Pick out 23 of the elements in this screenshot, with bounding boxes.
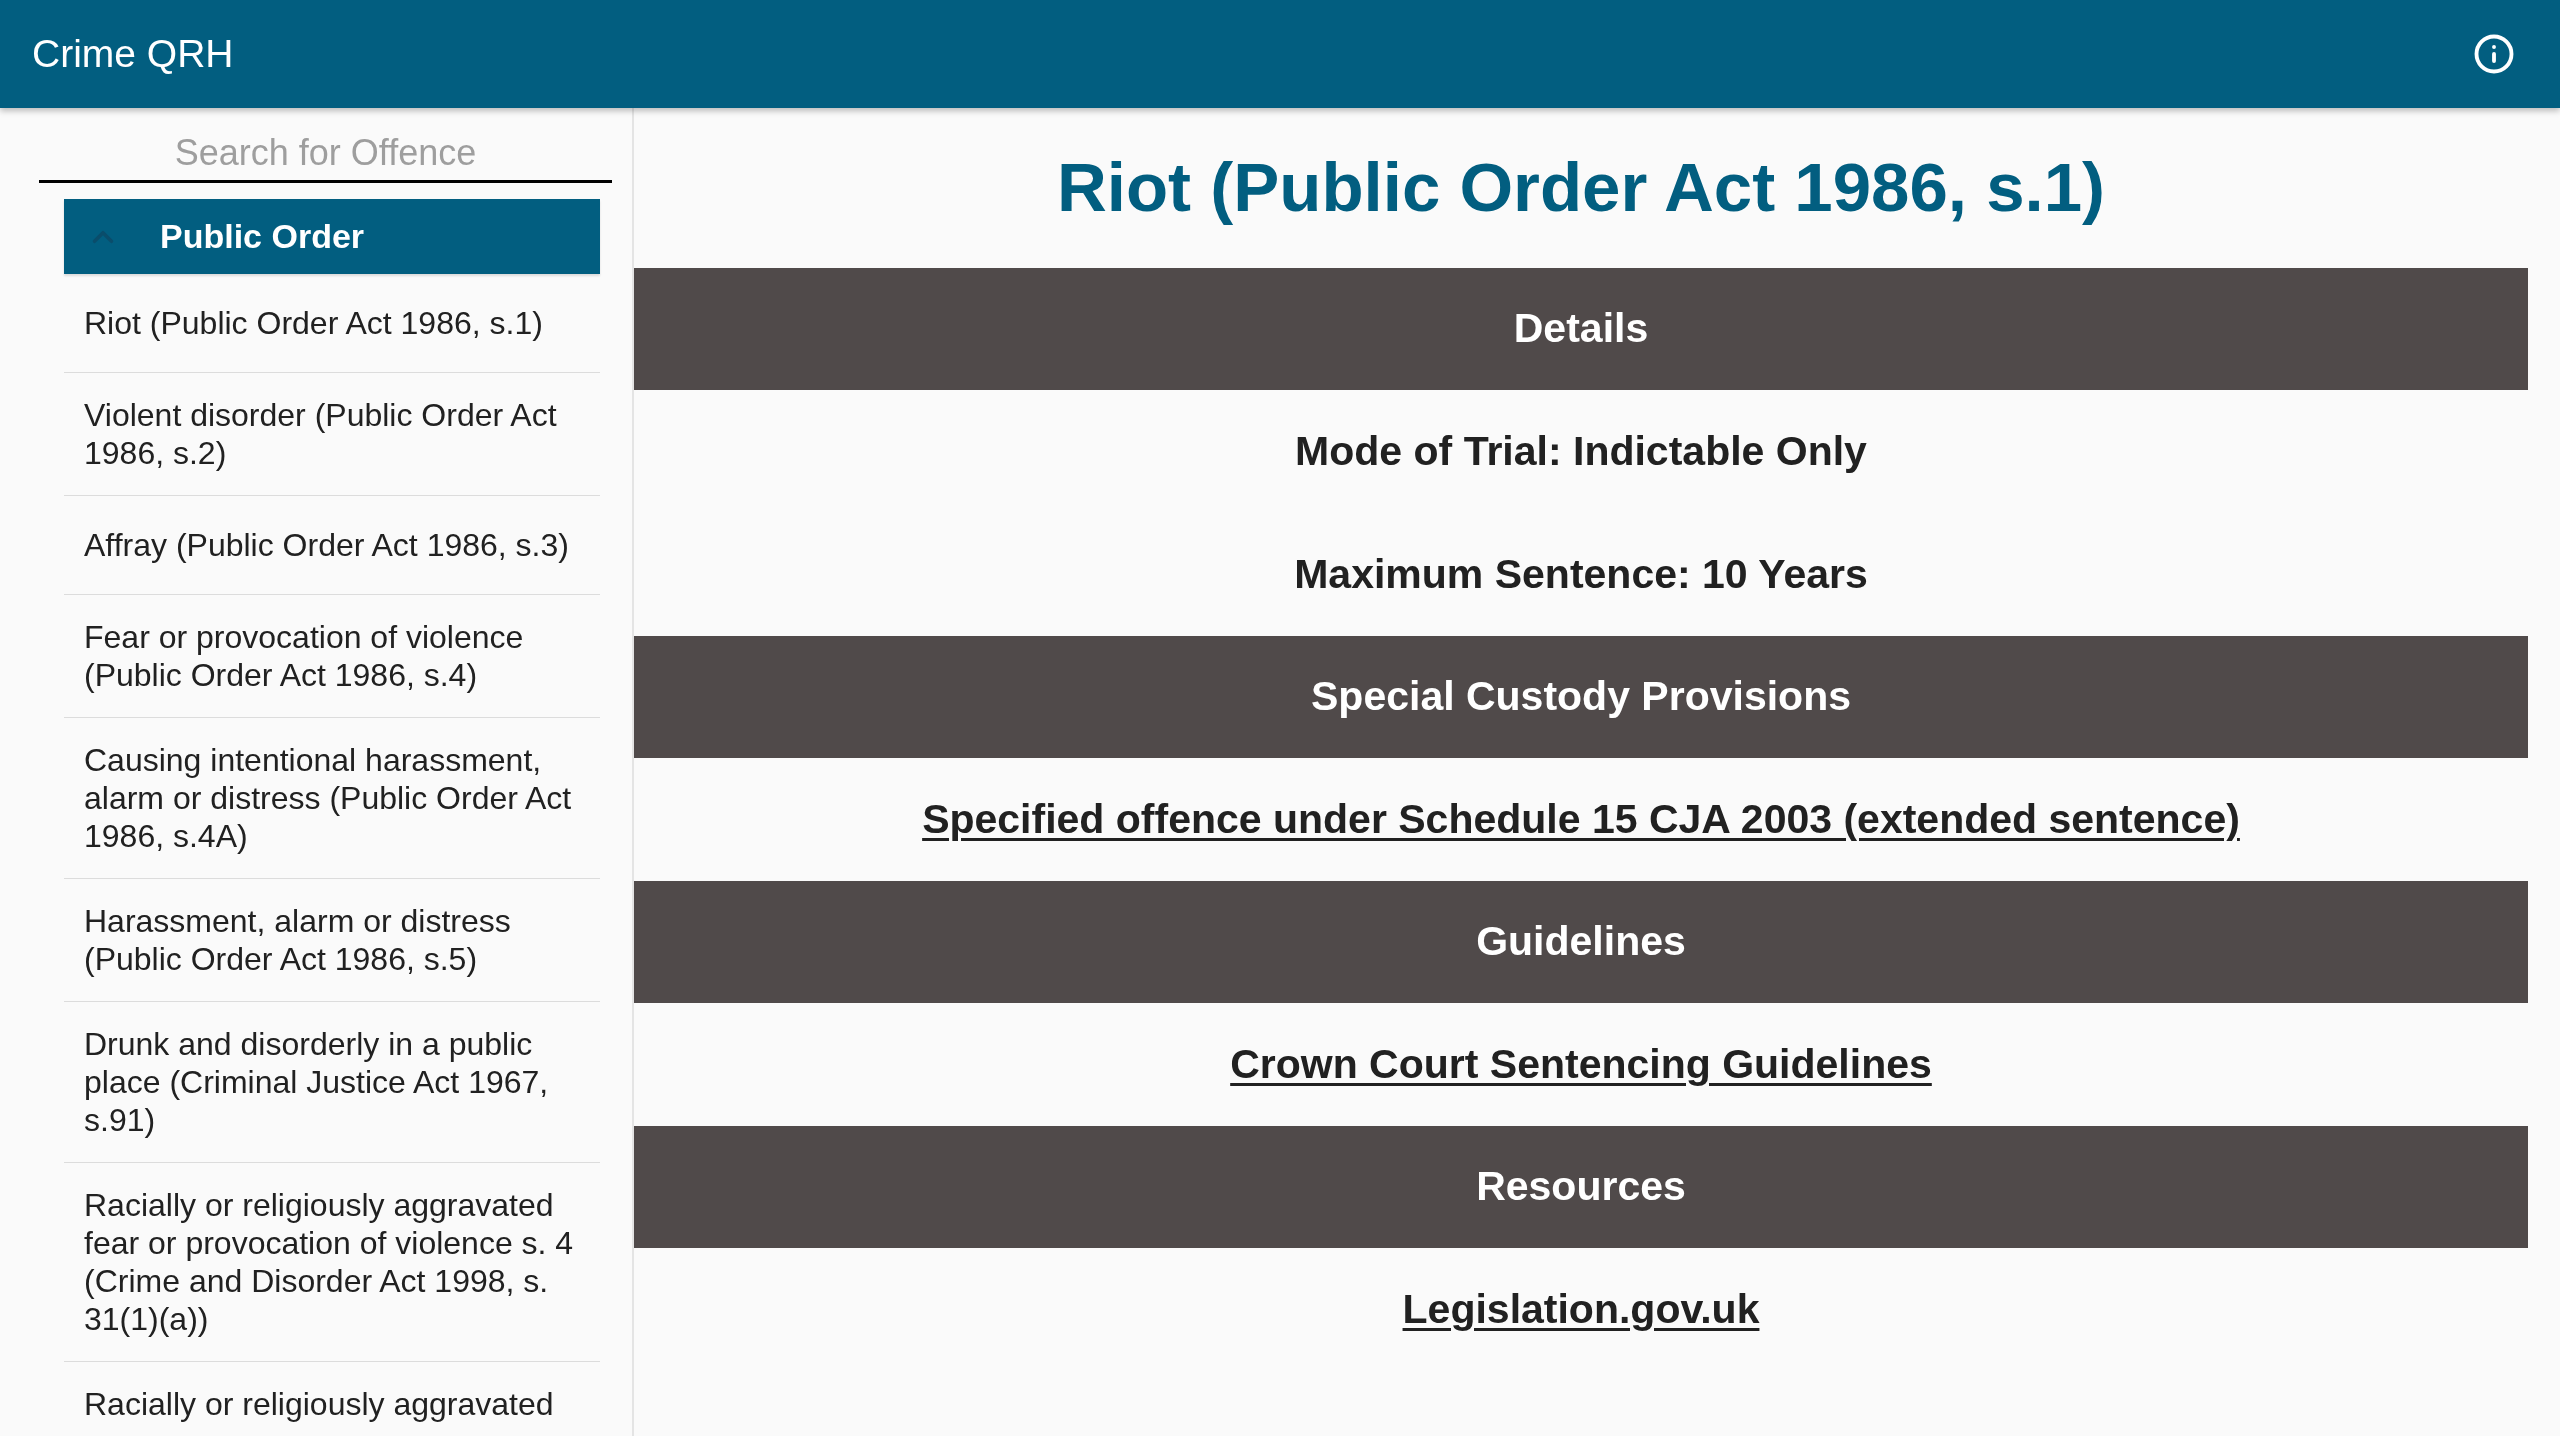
- offence-item[interactable]: Racially or religiously aggravated fear or provocation of violence s. 4 (Crime and Disorder Act 1998, s. 31(1)(a)): [64, 1163, 600, 1362]
- section-header: Guidelines: [634, 881, 2528, 1003]
- app-title: Crime QRH: [32, 30, 234, 77]
- detail-text: Maximum Sentence: 10 Years: [1294, 549, 1868, 599]
- offence-item[interactable]: Affray (Public Order Act 1986, s.3): [64, 496, 600, 595]
- section-header: Special Custody Provisions: [634, 636, 2528, 758]
- offence-title: Riot (Public Order Act 1986, s.1): [1056, 148, 2106, 229]
- detail-text: Mode of Trial: Indictable Only: [1295, 426, 1867, 476]
- section-header: Resources: [634, 1126, 2528, 1248]
- offence-item[interactable]: Riot (Public Order Act 1986, s.1): [64, 274, 600, 373]
- offence-item[interactable]: Harassment, alarm or distress (Public Order Act 1986, s.5): [64, 879, 600, 1002]
- offence-item[interactable]: Racially or religiously aggravated: [64, 1362, 600, 1429]
- category-header[interactable]: Public Order: [64, 199, 600, 274]
- resource-link[interactable]: Legislation.gov.uk: [1402, 1278, 1760, 1341]
- offence-item[interactable]: Drunk and disorderly in a public place (Criminal Justice Act 1967, s.91): [64, 1002, 600, 1163]
- search-field[interactable]: Search for Offence: [39, 126, 612, 183]
- section-header: Details: [634, 268, 2528, 390]
- offence-item[interactable]: Fear or provocation of violence (Public Order Act 1986, s.4): [64, 595, 600, 718]
- offence-item[interactable]: Violent disorder (Public Order Act 1986, s.2): [64, 373, 600, 496]
- resource-link[interactable]: Crown Court Sentencing Guidelines: [1230, 1033, 1932, 1096]
- offence-item[interactable]: Causing intentional harassment, alarm or distress (Public Order Act 1986, s.4A): [64, 718, 600, 879]
- info-icon[interactable]: [2473, 33, 2515, 75]
- resource-link[interactable]: Specified offence under Schedule 15 CJA 2003 (extended sentence): [922, 788, 2240, 851]
